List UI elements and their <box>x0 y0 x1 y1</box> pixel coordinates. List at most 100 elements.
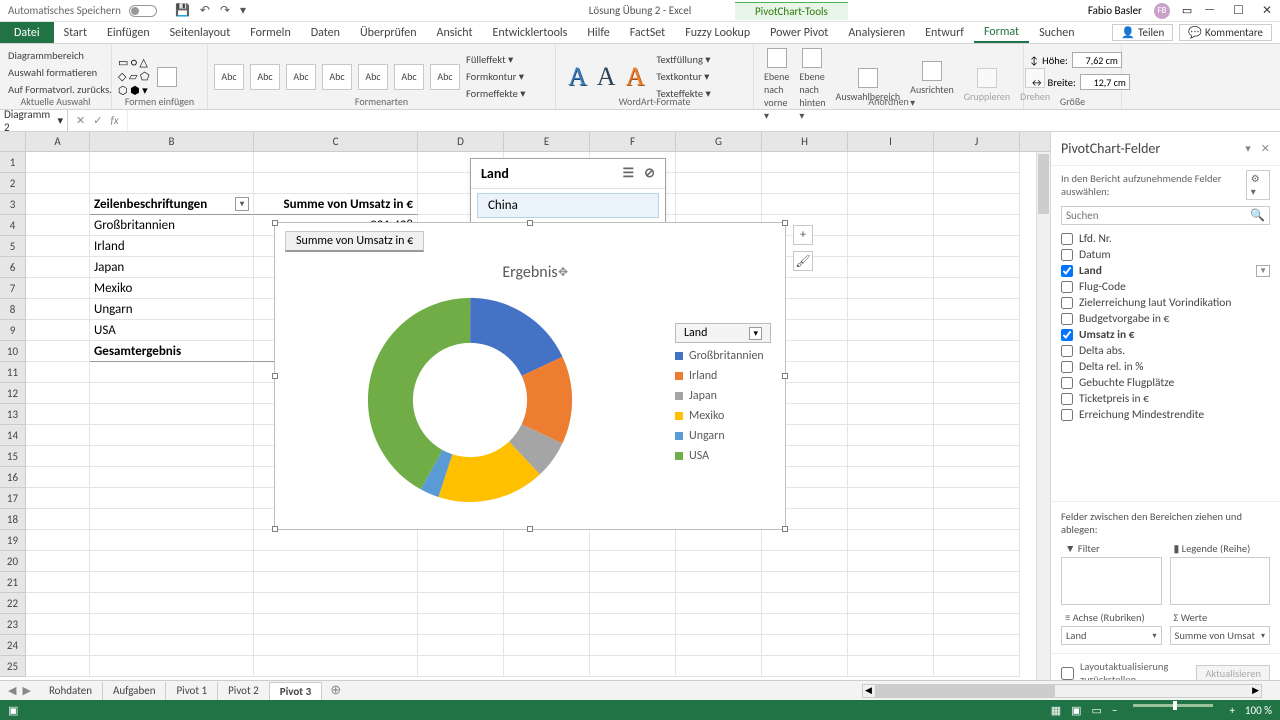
cell[interactable] <box>590 572 676 593</box>
tab-einfügen[interactable]: Einfügen <box>97 22 160 43</box>
cell[interactable] <box>934 572 1020 593</box>
cell[interactable] <box>934 446 1020 467</box>
close-icon[interactable]: ✕ <box>1262 3 1272 18</box>
enter-icon[interactable]: ✓ <box>93 114 102 127</box>
sheet-nav-next[interactable]: ▶ <box>22 684 30 697</box>
shape-fill[interactable]: Fülleffekt ▾ <box>464 52 527 67</box>
cell[interactable] <box>848 404 934 425</box>
redo-icon[interactable]: ↷ <box>220 3 230 18</box>
slicer-land[interactable]: Land ☰ ⊘ China <box>470 158 666 223</box>
wordart-gallery[interactable]: A A A <box>562 62 650 92</box>
chart-title[interactable]: Ergebnis✥ <box>275 263 785 282</box>
cell[interactable] <box>418 614 504 635</box>
sheet-tab[interactable]: Aufgaben <box>103 682 166 700</box>
row-header[interactable]: 7 <box>0 278 26 299</box>
horizontal-scrollbar[interactable]: ◀▶ <box>862 684 1262 698</box>
cell[interactable] <box>934 194 1020 215</box>
cell[interactable] <box>590 656 676 677</box>
autosave-toggle[interactable] <box>129 5 157 17</box>
cell[interactable] <box>848 299 934 320</box>
select-all-corner[interactable] <box>0 132 26 151</box>
cell[interactable] <box>26 530 90 551</box>
col-header[interactable]: D <box>418 132 504 151</box>
cell[interactable] <box>26 257 90 278</box>
cell[interactable] <box>90 152 254 173</box>
defer-layout-checkbox[interactable] <box>1061 667 1074 680</box>
cell[interactable] <box>254 173 418 194</box>
cell[interactable] <box>848 362 934 383</box>
undo-icon[interactable]: ↶ <box>200 3 210 18</box>
cell[interactable] <box>676 173 762 194</box>
cell[interactable] <box>90 488 254 509</box>
cell[interactable] <box>590 593 676 614</box>
cell[interactable] <box>934 509 1020 530</box>
cell[interactable] <box>676 635 762 656</box>
row-header[interactable]: 15 <box>0 446 26 467</box>
cell[interactable] <box>676 572 762 593</box>
tab-hilfe[interactable]: Hilfe <box>577 22 619 43</box>
cell[interactable] <box>934 215 1020 236</box>
chart-elements-button[interactable]: + <box>793 225 813 245</box>
cell[interactable] <box>254 152 418 173</box>
cell[interactable] <box>934 383 1020 404</box>
sheet-tab[interactable]: Pivot 2 <box>218 682 270 700</box>
chart-field-button[interactable]: Summe von Umsatz in € <box>285 231 424 252</box>
tab-daten[interactable]: Daten <box>301 22 350 43</box>
cell[interactable] <box>26 467 90 488</box>
cell[interactable] <box>762 572 848 593</box>
cell[interactable] <box>848 194 934 215</box>
field-item[interactable]: Ticketpreis in € <box>1061 391 1270 407</box>
user-name[interactable]: Fabio Basler <box>1088 4 1142 17</box>
cell[interactable] <box>26 278 90 299</box>
cell[interactable] <box>590 551 676 572</box>
cell[interactable] <box>504 635 590 656</box>
cell[interactable] <box>254 572 418 593</box>
gear-icon[interactable]: ⚙ ▾ <box>1246 170 1270 200</box>
vertical-scrollbar[interactable] <box>1036 152 1050 692</box>
field-item[interactable]: Delta abs. <box>1061 343 1270 359</box>
cell[interactable] <box>504 614 590 635</box>
cell[interactable]: Zeilenbeschriftungen▾ <box>90 194 254 215</box>
cell[interactable] <box>934 278 1020 299</box>
cell[interactable] <box>762 152 848 173</box>
change-shape-icon[interactable] <box>157 67 177 87</box>
tab-formeln[interactable]: Formeln <box>240 22 300 43</box>
cell[interactable] <box>848 383 934 404</box>
cell[interactable] <box>26 614 90 635</box>
cell[interactable] <box>762 656 848 677</box>
area-filter-drop[interactable] <box>1061 557 1162 605</box>
row-header[interactable]: 5 <box>0 236 26 257</box>
cell[interactable] <box>26 635 90 656</box>
cell[interactable] <box>848 572 934 593</box>
cell[interactable] <box>26 593 90 614</box>
row-header[interactable]: 8 <box>0 299 26 320</box>
cell[interactable] <box>418 656 504 677</box>
tab-ansicht[interactable]: Ansicht <box>427 22 483 43</box>
cell[interactable] <box>90 362 254 383</box>
col-header[interactable]: F <box>590 132 676 151</box>
cell[interactable] <box>504 656 590 677</box>
cell[interactable] <box>934 530 1020 551</box>
zoom-slider[interactable] <box>1133 704 1213 707</box>
cell[interactable] <box>762 194 848 215</box>
legend-field-button[interactable]: Land▾ <box>675 323 771 343</box>
cell[interactable] <box>254 614 418 635</box>
donut-chart[interactable] <box>365 295 575 505</box>
cell[interactable]: Japan <box>90 257 254 278</box>
cell[interactable] <box>934 257 1020 278</box>
col-header[interactable]: G <box>676 132 762 151</box>
row-header[interactable]: 19 <box>0 530 26 551</box>
cell[interactable] <box>90 383 254 404</box>
area-legend-drop[interactable] <box>1170 557 1271 605</box>
cell[interactable] <box>90 404 254 425</box>
cell[interactable] <box>762 530 848 551</box>
field-item[interactable]: Flug-Code <box>1061 279 1270 295</box>
area-values-drop[interactable]: Summe von Umsatz in € ▾ <box>1170 626 1271 645</box>
row-header[interactable]: 18 <box>0 509 26 530</box>
cell[interactable] <box>934 593 1020 614</box>
cell[interactable] <box>90 614 254 635</box>
tab-analysieren[interactable]: Analysieren <box>838 22 915 43</box>
cell[interactable] <box>90 551 254 572</box>
height-input[interactable] <box>1072 52 1122 68</box>
cell[interactable] <box>504 593 590 614</box>
